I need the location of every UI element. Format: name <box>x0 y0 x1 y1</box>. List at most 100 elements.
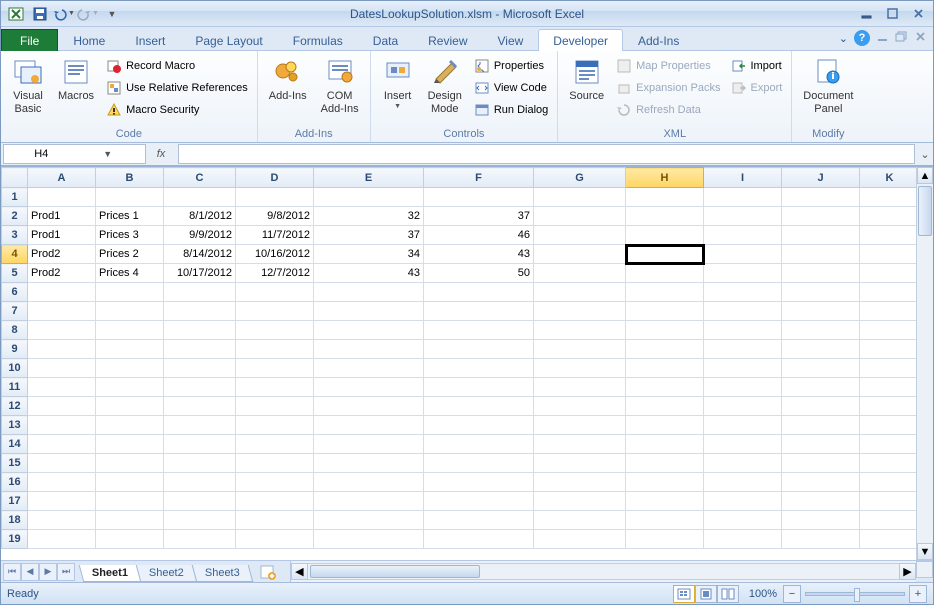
cell-K2[interactable] <box>860 207 920 226</box>
run-dialog-button[interactable]: Run Dialog <box>469 99 553 121</box>
cell-J15[interactable] <box>782 454 860 473</box>
cell-K11[interactable] <box>860 378 920 397</box>
cell-F8[interactable] <box>424 321 534 340</box>
cell-F13[interactable] <box>424 416 534 435</box>
cell-C10[interactable] <box>164 359 236 378</box>
cell-K18[interactable] <box>860 511 920 530</box>
cell-K13[interactable] <box>860 416 920 435</box>
cell-H11[interactable] <box>626 378 704 397</box>
cell-C9[interactable] <box>164 340 236 359</box>
design-mode-button[interactable]: Design Mode <box>421 53 469 119</box>
cell-B16[interactable] <box>96 473 164 492</box>
cell-E3[interactable]: 37 <box>314 226 424 245</box>
cell-C16[interactable] <box>164 473 236 492</box>
column-header-I[interactable]: I <box>704 168 782 188</box>
cell-K10[interactable] <box>860 359 920 378</box>
undo-button[interactable]: ▼ <box>53 3 75 25</box>
cell-F6[interactable] <box>424 283 534 302</box>
cell-F17[interactable] <box>424 492 534 511</box>
cell-C4[interactable]: 8/14/2012 <box>164 245 236 264</box>
column-header-E[interactable]: E <box>314 168 424 188</box>
cell-E7[interactable] <box>314 302 424 321</box>
column-header-A[interactable]: A <box>28 168 96 188</box>
row-header-17[interactable]: 17 <box>2 492 28 511</box>
horizontal-scrollbar[interactable]: ◀ ▶ <box>291 561 916 582</box>
cell-D3[interactable]: 11/7/2012 <box>236 226 314 245</box>
cell-F4[interactable]: 43 <box>424 245 534 264</box>
cell-I1[interactable] <box>704 188 782 207</box>
select-all-button[interactable] <box>2 168 28 188</box>
cell-F15[interactable] <box>424 454 534 473</box>
cell-B13[interactable] <box>96 416 164 435</box>
page-break-view-button[interactable] <box>717 585 739 603</box>
cell-E1[interactable] <box>314 188 424 207</box>
row-header-6[interactable]: 6 <box>2 283 28 302</box>
new-sheet-button[interactable] <box>256 563 280 581</box>
cell-I10[interactable] <box>704 359 782 378</box>
cell-G15[interactable] <box>534 454 626 473</box>
sheet-tab-sheet2[interactable]: Sheet2 <box>136 565 197 582</box>
cell-A8[interactable] <box>28 321 96 340</box>
cell-K12[interactable] <box>860 397 920 416</box>
cell-A16[interactable] <box>28 473 96 492</box>
cell-E12[interactable] <box>314 397 424 416</box>
cell-G1[interactable] <box>534 188 626 207</box>
name-box-dropdown-icon[interactable]: ▼ <box>75 149 142 159</box>
zoom-out-button[interactable]: − <box>783 585 801 603</box>
cell-F9[interactable] <box>424 340 534 359</box>
cell-G18[interactable] <box>534 511 626 530</box>
row-header-18[interactable]: 18 <box>2 511 28 530</box>
insert-control-button[interactable]: Insert ▼ <box>375 53 421 113</box>
row-header-11[interactable]: 11 <box>2 378 28 397</box>
workbook-close-button[interactable] <box>914 30 927 46</box>
scroll-up-button[interactable]: ▲ <box>917 167 933 184</box>
row-header-10[interactable]: 10 <box>2 359 28 378</box>
cell-C19[interactable] <box>164 530 236 549</box>
cell-G17[interactable] <box>534 492 626 511</box>
row-header-12[interactable]: 12 <box>2 397 28 416</box>
cell-G5[interactable] <box>534 264 626 283</box>
help-button[interactable]: ? <box>854 30 870 46</box>
zoom-label[interactable]: 100% <box>749 588 777 600</box>
cell-I19[interactable] <box>704 530 782 549</box>
expand-formula-bar-button[interactable]: ⌄ <box>917 148 933 161</box>
cell-H19[interactable] <box>626 530 704 549</box>
cell-K8[interactable] <box>860 321 920 340</box>
macro-security-button[interactable]: Macro Security <box>101 99 253 121</box>
row-header-2[interactable]: 2 <box>2 207 28 226</box>
cell-E2[interactable]: 32 <box>314 207 424 226</box>
cell-K5[interactable] <box>860 264 920 283</box>
cell-G14[interactable] <box>534 435 626 454</box>
cell-I15[interactable] <box>704 454 782 473</box>
cell-E6[interactable] <box>314 283 424 302</box>
cell-F19[interactable] <box>424 530 534 549</box>
vscroll-thumb[interactable] <box>918 186 932 236</box>
com-addins-button[interactable]: COM Add-Ins <box>314 53 366 119</box>
cell-H10[interactable] <box>626 359 704 378</box>
cell-A4[interactable]: Prod2 <box>28 245 96 264</box>
cell-C3[interactable]: 9/9/2012 <box>164 226 236 245</box>
cell-C12[interactable] <box>164 397 236 416</box>
cell-H15[interactable] <box>626 454 704 473</box>
cell-H12[interactable] <box>626 397 704 416</box>
column-header-F[interactable]: F <box>424 168 534 188</box>
cell-C18[interactable] <box>164 511 236 530</box>
cell-A2[interactable]: Prod1 <box>28 207 96 226</box>
maximize-button[interactable] <box>881 5 903 23</box>
column-header-K[interactable]: K <box>860 168 920 188</box>
tab-review[interactable]: Review <box>413 29 482 51</box>
cell-C5[interactable]: 10/17/2012 <box>164 264 236 283</box>
cell-F18[interactable] <box>424 511 534 530</box>
cell-F3[interactable]: 46 <box>424 226 534 245</box>
cell-C7[interactable] <box>164 302 236 321</box>
cell-I4[interactable] <box>704 245 782 264</box>
row-header-14[interactable]: 14 <box>2 435 28 454</box>
scroll-right-button[interactable]: ▶ <box>899 563 916 580</box>
normal-view-button[interactable] <box>673 585 695 603</box>
workbook-restore-button[interactable] <box>895 30 908 46</box>
redo-button[interactable]: ▼ <box>77 3 99 25</box>
cell-B19[interactable] <box>96 530 164 549</box>
cell-I16[interactable] <box>704 473 782 492</box>
cell-C15[interactable] <box>164 454 236 473</box>
cell-F16[interactable] <box>424 473 534 492</box>
